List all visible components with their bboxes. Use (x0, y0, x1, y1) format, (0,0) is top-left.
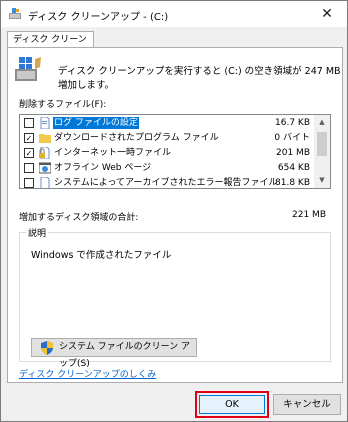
how-disk-cleanup-works-link[interactable]: ディスク クリーンアップのしくみ (19, 367, 156, 380)
title-bar: ディスク クリーンアップ - (C:) ✕ (1, 1, 347, 27)
list-item[interactable]: システムによってアーカイブされたエラー報告ファイル 81.8 KB (20, 176, 316, 188)
close-icon[interactable]: ✕ (307, 1, 347, 27)
file-size: 16.7 KB (275, 118, 310, 128)
list-item[interactable]: オフライン Web ページ 654 KB (20, 161, 316, 176)
vertical-scrollbar[interactable]: ▲ ▼ (314, 115, 330, 188)
list-item[interactable]: ログ ファイルの設定 16.7 KB (20, 116, 316, 131)
cleanup-system-files-button[interactable]: システム ファイルのクリーン アップ(S) (31, 338, 197, 369)
checkbox[interactable] (24, 118, 34, 128)
checkbox[interactable]: ✓ (24, 133, 34, 143)
file-name: オフライン Web ページ (54, 163, 152, 173)
intro-message: ディスク クリーンアップを実行すると (C:) の空き領域が 247 MB 増加… (58, 66, 341, 91)
checkbox[interactable]: ✓ (24, 148, 34, 158)
file-size: 0 バイト (274, 133, 310, 143)
disk-cleanup-app-icon (9, 8, 21, 19)
file-name: インターネット一時ファイル (54, 148, 172, 158)
scroll-down-icon[interactable]: ▼ (314, 173, 330, 188)
description-title: 説明 (26, 226, 49, 239)
file-list[interactable]: ログ ファイルの設定 16.7 KB ✓ ダウンロードされたプログラム ファイル… (19, 114, 331, 189)
total-space-value: 221 MB (292, 210, 326, 220)
lock-document-icon (39, 147, 50, 159)
file-name: ログ ファイルの設定 (53, 117, 139, 129)
list-item[interactable]: ✓ ダウンロードされたプログラム ファイル 0 バイト (20, 131, 316, 146)
files-to-delete-label: 削除するファイル(F): (19, 100, 107, 110)
folder-icon (39, 134, 51, 143)
file-size: 201 MB (276, 148, 310, 158)
checkbox[interactable] (24, 163, 34, 173)
checkbox[interactable] (24, 178, 34, 188)
scroll-up-icon[interactable]: ▲ (314, 115, 330, 130)
tab-disk-cleanup[interactable]: ディスク クリーンアップ (7, 31, 94, 61)
description-text: Windows で作成されたファイル (31, 250, 172, 261)
file-name: ダウンロードされたプログラム ファイル (54, 133, 219, 143)
file-name: システムによってアーカイブされたエラー報告ファイル (54, 178, 278, 188)
file-size: 81.8 KB (275, 178, 310, 188)
cancel-button[interactable]: キャンセル (273, 394, 341, 415)
document-icon (40, 117, 50, 129)
total-space-label: 増加するディスク領域の合計: (19, 213, 139, 223)
window-title: ディスク クリーンアップ - (C:) (28, 12, 169, 23)
file-size: 654 KB (277, 163, 310, 173)
ok-button[interactable]: OK (199, 395, 265, 414)
disk-cleanup-icon (15, 57, 41, 81)
scroll-thumb[interactable] (317, 132, 327, 156)
uac-shield-icon (41, 341, 53, 355)
disk-cleanup-dialog: ディスク クリーンアップ - (C:) ✕ ディスク クリーンアップ ディスク … (0, 0, 348, 422)
list-item[interactable]: ✓ インターネット一時ファイル 201 MB (20, 146, 316, 161)
document-icon (40, 177, 50, 188)
web-page-icon (39, 162, 51, 174)
